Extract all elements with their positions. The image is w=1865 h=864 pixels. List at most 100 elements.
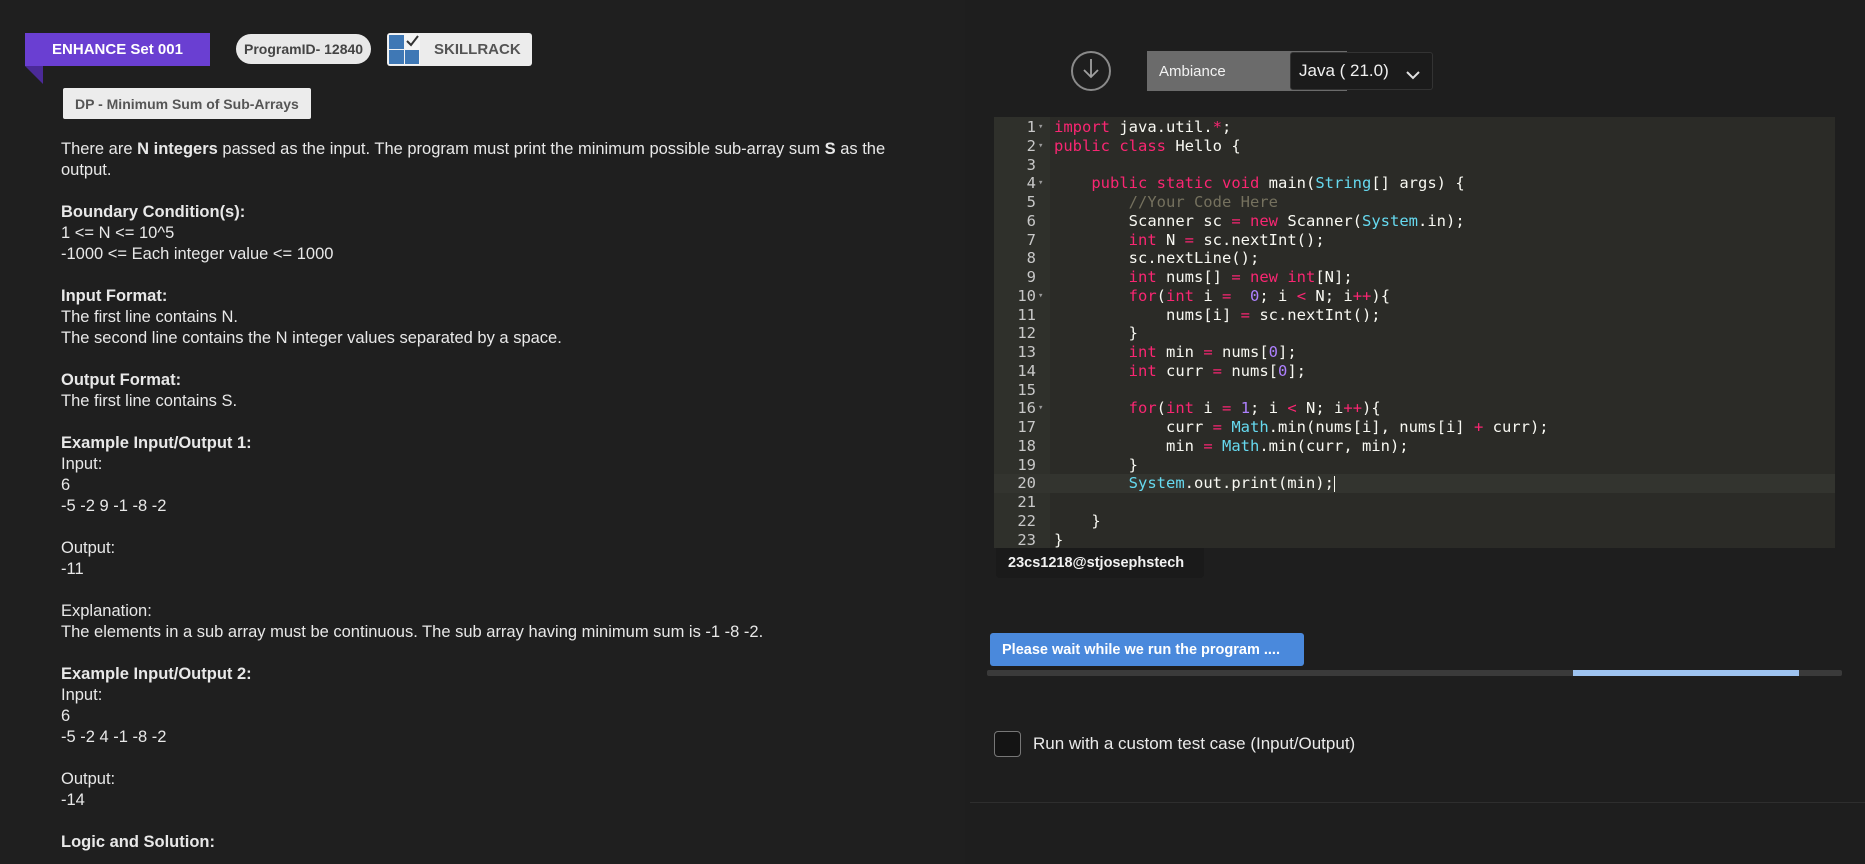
code-line[interactable]: 17 curr = Math.min(nums[i], nums[i] + cu… (994, 418, 1835, 437)
code-line[interactable]: 15 (994, 381, 1835, 400)
line-number: 1 (1026, 118, 1036, 136)
code-line[interactable]: 4 ▾ public static void main(String[] args… (994, 174, 1835, 193)
code-text: int min = nums[0]; (1128, 343, 1297, 361)
intro-text-2: passed as the input. The program must pr… (217, 140, 825, 158)
code-text: for(int i = 1; i < N; i++){ (1128, 399, 1381, 418)
example2-input-label: Input: (61, 686, 103, 704)
example2-output: -14 (61, 791, 85, 809)
code-line[interactable]: 14 int curr = nums[0]; (994, 362, 1835, 381)
code-line[interactable]: 2 ▾ public class Hello { (994, 137, 1835, 156)
boundary-line: 1 <= N <= 10^5 (61, 224, 175, 242)
fold-toggle-icon[interactable]: ▾ (1038, 174, 1043, 193)
skillrack-logo-badge[interactable]: SKILLRACK (387, 33, 532, 66)
user-handle-tag: 23cs1218@stjosephstech (996, 548, 1204, 578)
code-text: System.out.print(min); (1128, 474, 1335, 493)
code-line[interactable]: 6 Scanner sc = new Scanner(System.in); (994, 212, 1835, 231)
input-format-heading: Input Format: (61, 287, 168, 305)
code-line[interactable]: 9 int nums[] = new int[N]; (994, 268, 1835, 287)
fold-toggle-icon[interactable]: ▾ (1038, 137, 1043, 156)
example2-output-label: Output: (61, 770, 116, 788)
set-ribbon: ENHANCE Set 001 (25, 33, 210, 66)
output-format-line: The first line contains S. (61, 392, 238, 410)
code-text: int curr = nums[0]; (1128, 361, 1307, 380)
code-line[interactable]: 16 ▾ for(int i = 1; i < N; i++){ (994, 399, 1835, 418)
chevron-down-icon (1406, 65, 1420, 85)
code-text: } (1054, 511, 1101, 530)
code-line[interactable]: 1 ▾ import java.util.*; (994, 118, 1835, 137)
download-button[interactable] (1071, 51, 1111, 91)
code-text: //Your Code Here (1128, 193, 1278, 211)
code-line[interactable]: 18 min = Math.min(curr, min); (994, 437, 1835, 456)
fold-toggle-icon[interactable]: ▾ (1038, 287, 1043, 306)
line-number: 5 (1026, 193, 1036, 211)
intro-paragraph: There are N integers passed as the input… (61, 139, 931, 181)
code-text: public static void main(String[] args) { (1091, 174, 1465, 193)
intro-text: There are (61, 140, 138, 158)
code-text: Scanner sc = new Scanner(System.in); (1054, 211, 1465, 230)
explanation-text: The elements in a sub array must be cont… (61, 623, 764, 641)
code-text: sc.nextLine(); (1054, 249, 1260, 268)
program-id-badge: ProgramID- 12840 (236, 34, 372, 64)
custom-test-label: Run with a custom test case (Input/Outpu… (1033, 734, 1356, 753)
line-number: 3 (1026, 155, 1036, 174)
theme-value: Ambiance (1159, 62, 1226, 80)
line-number: 11 (1017, 305, 1036, 324)
example2-input-line: 6 (61, 707, 71, 725)
language-value: Java ( 21.0) (1299, 61, 1389, 80)
problem-description: There are N integers passed as the input… (61, 139, 931, 853)
code-line[interactable]: 3 (994, 156, 1835, 175)
page: ENHANCE Set 001 ProgramID- 12840 SKILLRA… (0, 0, 1865, 864)
custom-test-row[interactable]: Run with a custom test case (Input/Outpu… (994, 731, 1355, 757)
example1-output: -11 (61, 560, 84, 578)
example1-output-label: Output: (61, 539, 116, 557)
divider (970, 802, 1865, 803)
line-number: 15 (1017, 380, 1036, 399)
input-format-line: The first line contains N. (61, 308, 238, 326)
code-line[interactable]: 7 int N = sc.nextInt(); (994, 231, 1835, 250)
fold-toggle-icon[interactable]: ▾ (1038, 118, 1043, 137)
code-line[interactable]: 13 int min = nums[0]; (994, 343, 1835, 362)
example1-heading: Example Input/Output 1: (61, 434, 252, 452)
code-line[interactable]: 20 System.out.print(min); (994, 474, 1835, 494)
code-line[interactable]: 12 } (994, 324, 1835, 343)
code-line[interactable]: 5 //Your Code Here (994, 193, 1835, 212)
line-number: 10 (1017, 286, 1036, 305)
output-format-heading: Output Format: (61, 371, 182, 389)
code-line[interactable]: 21 (994, 493, 1835, 512)
line-number: 2 (1026, 136, 1036, 155)
run-progress-bar (987, 670, 1842, 676)
code-line[interactable]: 8 sc.nextLine(); (994, 249, 1835, 268)
code-line[interactable]: 19 } (994, 456, 1835, 475)
run-progress-fill (1572, 670, 1800, 676)
line-number: 20 (1017, 474, 1036, 493)
code-line[interactable]: 10 ▾ for(int i = 0; i < N; i++){ (994, 287, 1835, 306)
line-number: 4 (1026, 174, 1036, 193)
line-number: 8 (1026, 249, 1036, 268)
code-text: int N = sc.nextInt(); (1128, 230, 1325, 249)
run-status-button[interactable]: Please wait while we run the program ...… (990, 633, 1304, 666)
code-text: } (1054, 455, 1138, 474)
brand-label: SKILLRACK (434, 41, 521, 58)
input-format-line: The second line contains the N integer v… (61, 329, 562, 347)
line-number: 18 (1017, 436, 1036, 455)
code-line[interactable]: 11 nums[i] = sc.nextInt(); (994, 306, 1835, 325)
intro-bold-s: S (824, 140, 836, 158)
code-line[interactable]: 23} (994, 531, 1835, 549)
code-line[interactable]: 22 } (994, 512, 1835, 531)
fold-toggle-icon[interactable]: ▾ (1038, 399, 1043, 418)
code-text: for(int i = 0; i < N; i++){ (1128, 286, 1391, 305)
example1-input-label: Input: (61, 455, 103, 473)
ribbon-fold (25, 66, 43, 84)
example1-input-line: -5 -2 9 -1 -8 -2 (61, 497, 167, 515)
line-number: 7 (1026, 230, 1036, 249)
language-select[interactable]: Java ( 21.0) (1290, 52, 1433, 90)
explanation-label: Explanation: (61, 602, 152, 620)
line-number: 23 (1017, 530, 1036, 549)
line-number: 16 (1017, 399, 1036, 418)
code-text: nums[i] = sc.nextInt(); (1054, 305, 1381, 324)
code-editor[interactable]: 1 ▾ import java.util.*; 2 ▾ public class Hell… (994, 117, 1835, 548)
line-number: 6 (1026, 211, 1036, 230)
line-number: 19 (1017, 455, 1036, 474)
example2-input-line: -5 -2 4 -1 -8 -2 (61, 728, 167, 746)
custom-test-checkbox[interactable] (994, 731, 1021, 757)
